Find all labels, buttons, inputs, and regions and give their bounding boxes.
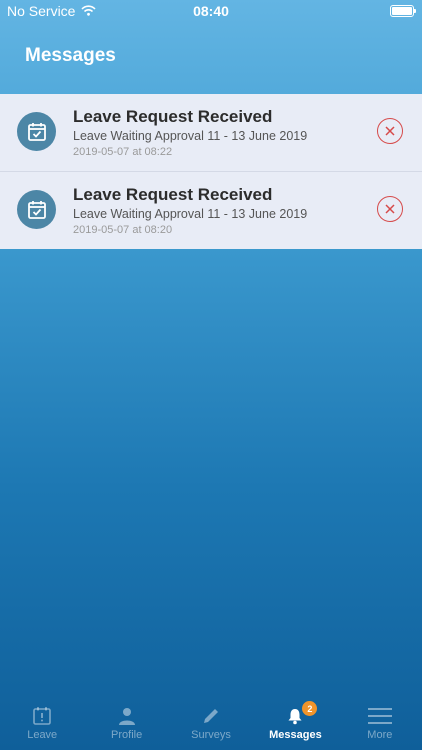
close-icon	[385, 204, 395, 214]
tab-label: Messages	[269, 729, 322, 741]
message-subtitle: Leave Waiting Approval 11 - 13 June 2019	[73, 129, 308, 143]
pencil-icon	[199, 705, 223, 727]
message-timestamp: 2019-05-07 at 08:20	[73, 224, 173, 236]
message-row[interactable]: Leave Request Received Leave Waiting App…	[0, 171, 422, 249]
message-subtitle: Leave Waiting Approval 11 - 13 June 2019	[73, 207, 308, 221]
message-title: Leave Request Received	[73, 107, 273, 126]
message-title: Leave Request Received	[73, 185, 273, 204]
battery-icon	[390, 5, 416, 17]
delete-message-button[interactable]	[377, 196, 403, 222]
page-title: Messages	[25, 45, 116, 66]
close-icon	[385, 126, 395, 136]
menu-icon	[367, 705, 392, 727]
tab-surveys[interactable]: Surveys	[169, 700, 253, 750]
tab-label: More	[367, 729, 393, 741]
status-time: 08:40	[193, 3, 229, 19]
calendar-alert-icon	[30, 705, 54, 727]
message-timestamp: 2019-05-07 at 08:22	[73, 146, 173, 158]
tab-profile[interactable]: Profile	[84, 700, 168, 750]
delete-message-button[interactable]	[377, 118, 403, 144]
messages-list: Leave Request Received Leave Waiting App…	[0, 94, 422, 249]
calendar-check-icon	[17, 112, 56, 151]
tab-label: Surveys	[191, 729, 231, 741]
calendar-check-icon	[17, 190, 56, 229]
notification-badge: 2	[302, 701, 318, 716]
tab-label: Leave	[27, 729, 58, 741]
message-row[interactable]: Leave Request Received Leave Waiting App…	[0, 94, 422, 171]
tab-label: Profile	[111, 729, 143, 741]
tab-more[interactable]: More	[338, 700, 422, 750]
tab-bar: Leave Profile Surveys 2 Messages More	[0, 700, 422, 750]
tab-messages[interactable]: 2 Messages	[253, 700, 337, 750]
person-icon	[115, 705, 139, 727]
bell-icon: 2	[283, 701, 318, 727]
status-bar: No Service 08:40	[0, 0, 422, 22]
tab-leave[interactable]: Leave	[0, 700, 84, 750]
